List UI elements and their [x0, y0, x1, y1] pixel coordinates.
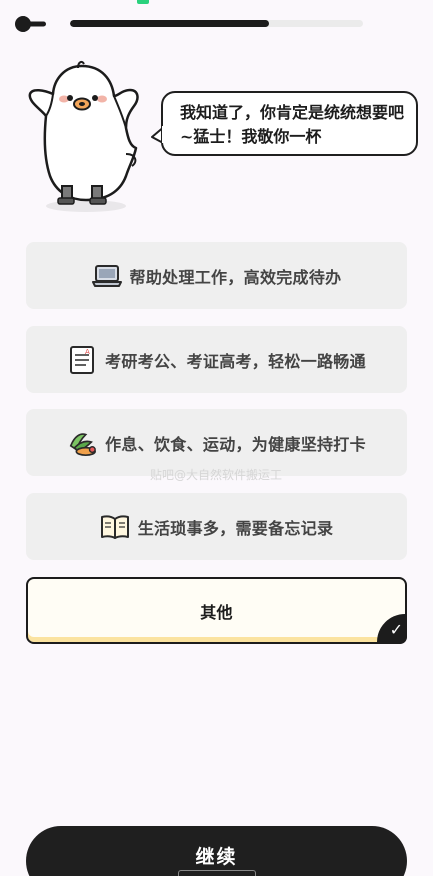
- arrow-left-icon: [15, 16, 46, 32]
- speech-bubble: 我知道了，你肯定是统统想要吧~猛士！我敬你一杯: [161, 91, 418, 156]
- laptop-icon: [91, 261, 122, 291]
- svg-text:A: A: [85, 348, 90, 356]
- checkmark-icon: ✓: [377, 614, 407, 644]
- option-life[interactable]: 生活琐事多，需要备忘记录: [26, 493, 407, 560]
- back-button[interactable]: [12, 10, 52, 38]
- status-indicator: [137, 0, 149, 4]
- option-label: 帮助处理工作，高效完成待办: [129, 267, 342, 287]
- option-work[interactable]: 帮助处理工作，高效完成待办: [26, 242, 407, 309]
- option-label: 作息、饮食、运动，为健康坚持打卡: [105, 434, 366, 454]
- watermark: 贴吧@大自然软件搬运工: [150, 468, 283, 482]
- option-label: 考研考公、考证高考，轻松一路畅通: [105, 351, 366, 371]
- fitness-icon: [67, 428, 97, 458]
- option-label: 其他: [200, 602, 233, 622]
- bubble-joint: [162, 126, 166, 143]
- progress-bar: [70, 20, 363, 27]
- home-indicator: [178, 870, 256, 876]
- open-book-icon: [100, 512, 130, 542]
- option-exam[interactable]: A 考研考公、考证高考，轻松一路畅通: [26, 326, 407, 393]
- continue-button[interactable]: 继续: [26, 826, 407, 876]
- progress-fill: [70, 20, 270, 27]
- option-label: 生活琐事多，需要备忘记录: [137, 518, 334, 538]
- onboarding-screen: 我知道了，你肯定是统统想要吧~猛士！我敬你一杯 帮助处理工作，高效完成待办 A …: [0, 0, 433, 876]
- option-other[interactable]: 其他 ✓: [26, 577, 407, 644]
- duck-mascot: [28, 60, 139, 212]
- speech-text: 我知道了，你肯定是统统想要吧~猛士！我敬你一杯: [180, 103, 405, 146]
- notepad-icon: A: [67, 345, 97, 375]
